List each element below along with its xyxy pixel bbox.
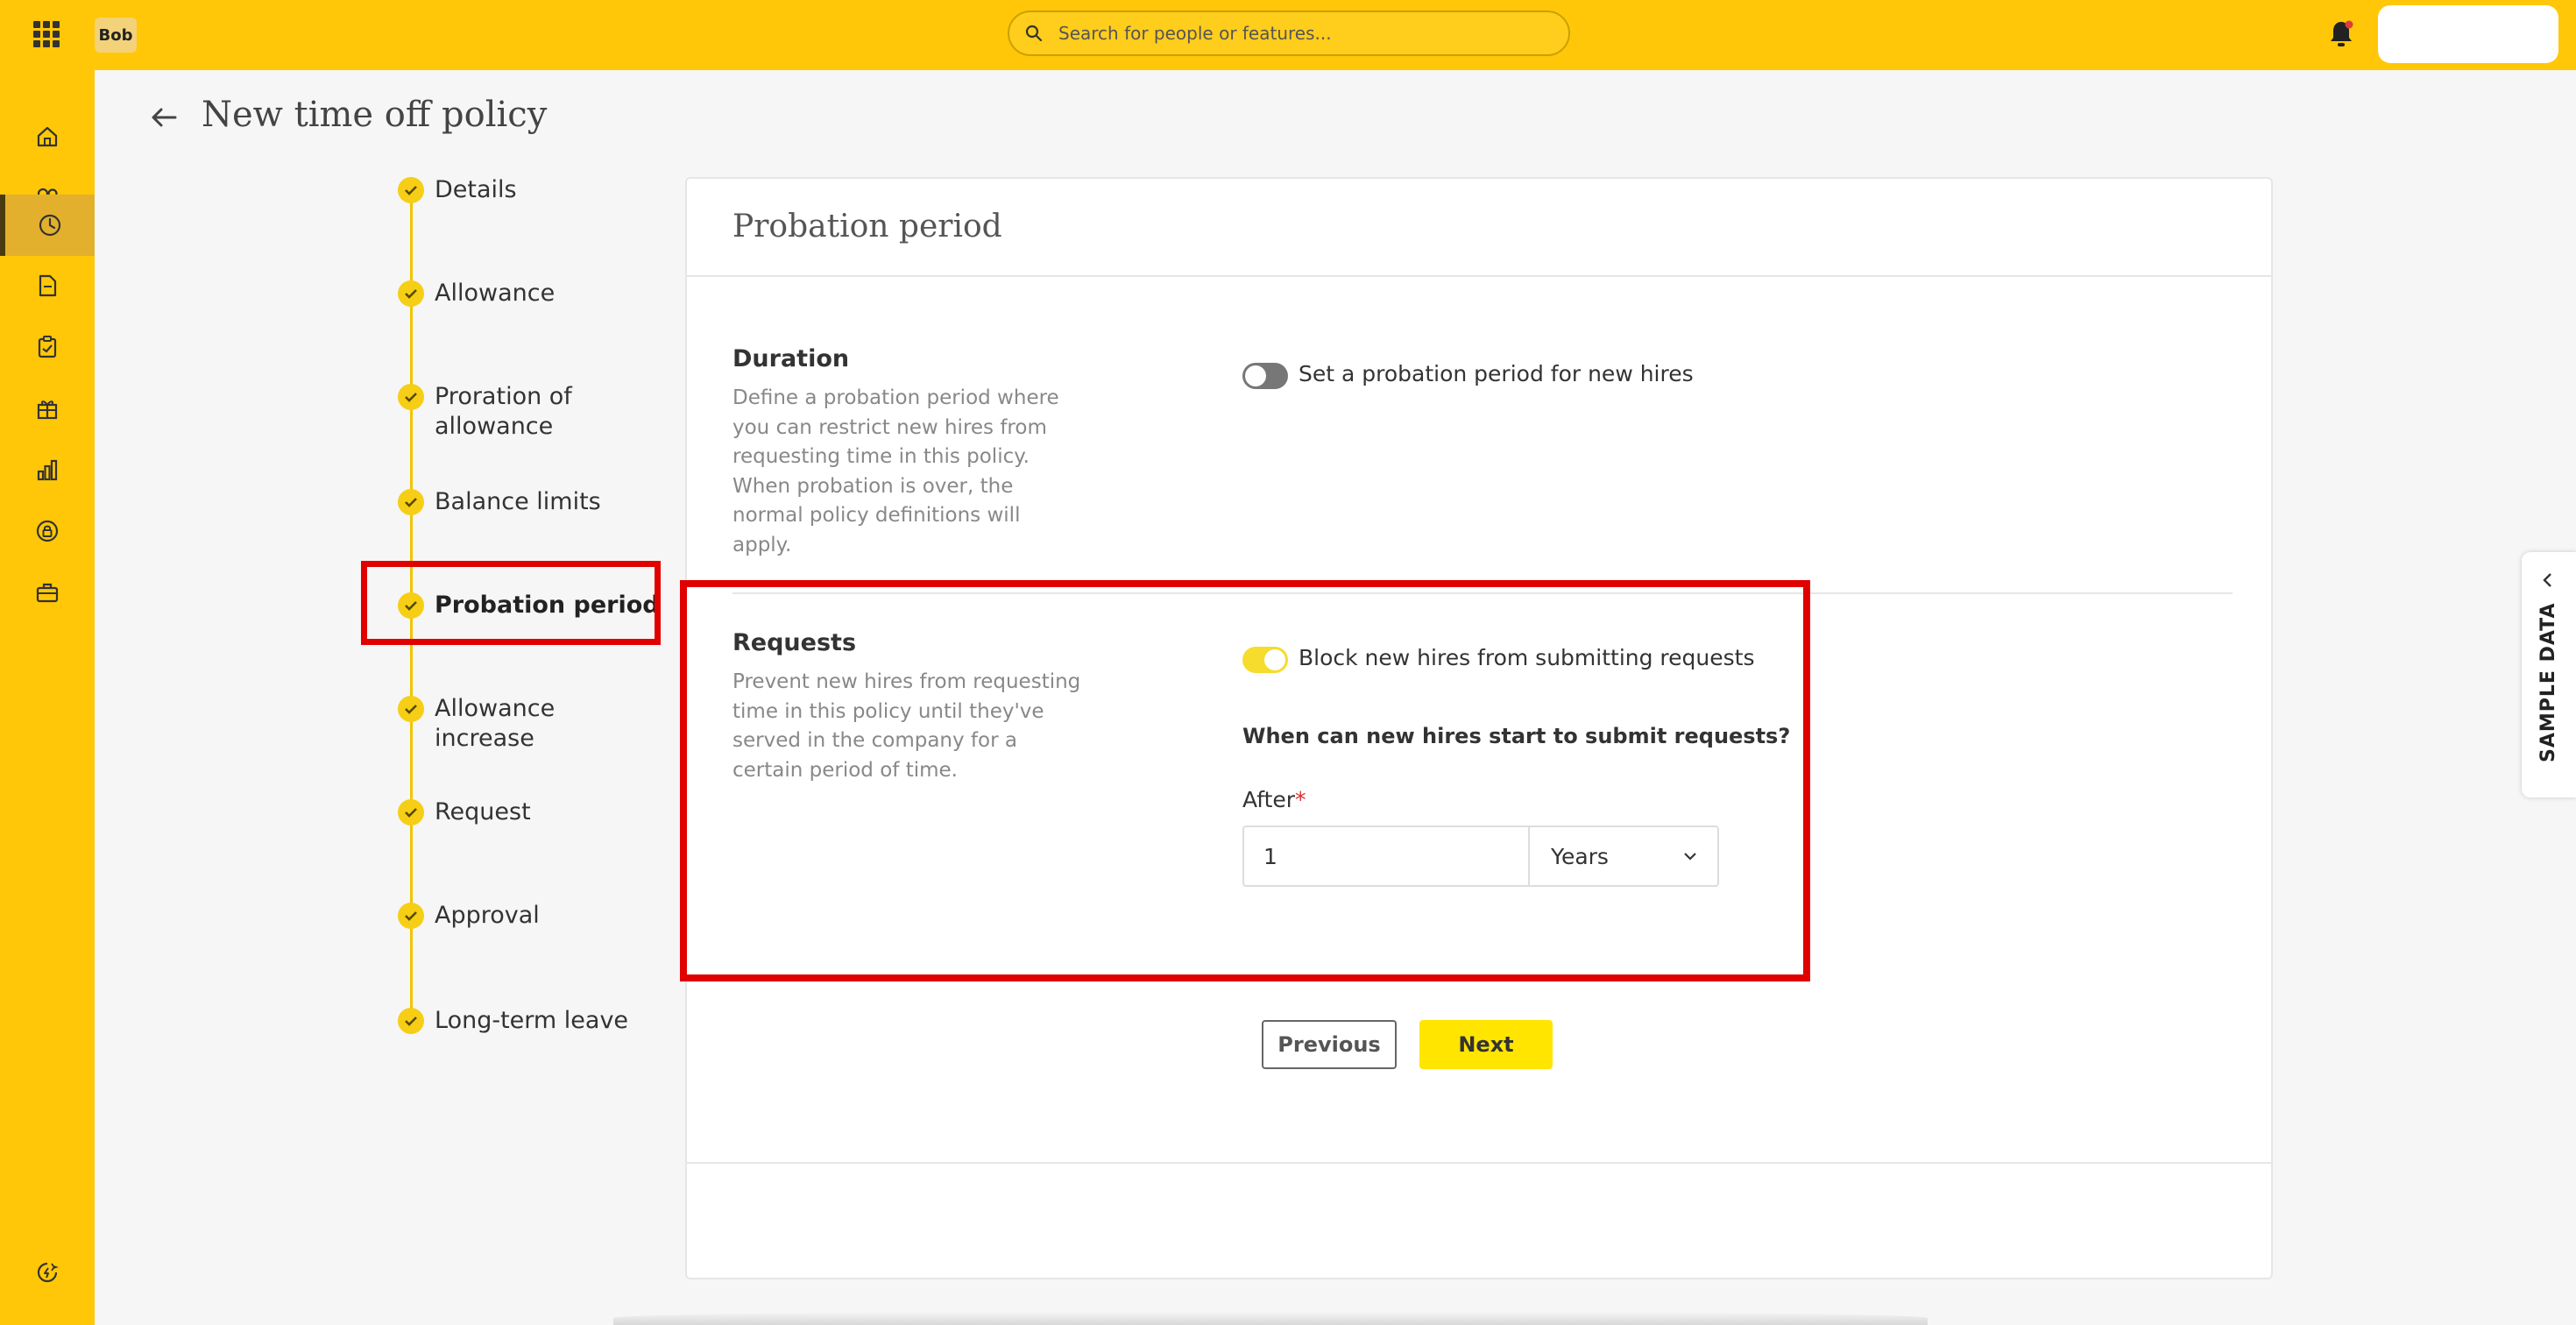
document-icon bbox=[39, 274, 57, 297]
step-allowance[interactable]: Allowance bbox=[398, 279, 555, 308]
notifications-bell-icon[interactable] bbox=[2327, 19, 2355, 53]
clock-icon bbox=[39, 214, 61, 237]
checkmark-icon bbox=[398, 280, 424, 307]
app-grid-icon[interactable] bbox=[33, 21, 60, 47]
page-title: New time off policy bbox=[202, 95, 548, 135]
analytics-icon bbox=[37, 459, 58, 481]
checkmark-icon bbox=[398, 177, 424, 203]
checkmark-icon bbox=[398, 489, 424, 515]
nav-home[interactable] bbox=[0, 107, 95, 167]
bob-logo[interactable]: Bob bbox=[95, 18, 137, 53]
checkmark-icon bbox=[398, 696, 424, 722]
step-details[interactable]: Details bbox=[398, 175, 517, 205]
step-label: Long-term leave bbox=[435, 1007, 629, 1034]
left-nav-rail bbox=[0, 70, 95, 1325]
step-proration-of-allowance[interactable]: Proration of allowance bbox=[398, 382, 601, 442]
checkmark-icon bbox=[398, 384, 424, 410]
toggle-knob bbox=[1245, 365, 1266, 386]
divider bbox=[687, 275, 2271, 277]
lock-circle-icon bbox=[36, 520, 59, 542]
step-label: Request bbox=[435, 798, 531, 825]
probation-period-toggle[interactable] bbox=[1242, 363, 1288, 389]
next-button[interactable]: Next bbox=[1419, 1020, 1553, 1069]
briefcase-icon bbox=[36, 583, 59, 603]
profile-menu[interactable] bbox=[2378, 5, 2558, 63]
global-search[interactable] bbox=[1008, 11, 1570, 56]
search-input[interactable] bbox=[1058, 23, 1549, 44]
step-label: Details bbox=[435, 176, 517, 203]
card-title: Probation period bbox=[732, 209, 1002, 244]
step-allowance-increase[interactable]: Allowance increase bbox=[398, 694, 601, 754]
step-label: Allowance bbox=[435, 280, 556, 307]
step-label: Proration of allowance bbox=[435, 383, 572, 440]
whats-new-icon bbox=[37, 1262, 59, 1283]
step-approval[interactable]: Approval bbox=[398, 901, 540, 931]
checkmark-icon bbox=[398, 799, 424, 825]
divider bbox=[687, 1162, 2271, 1164]
duration-title: Duration bbox=[732, 345, 850, 372]
nav-security[interactable] bbox=[0, 501, 95, 561]
duration-description: Define a probation period where you can … bbox=[732, 386, 1059, 556]
step-label: Balance limits bbox=[435, 488, 601, 515]
back-arrow-icon[interactable] bbox=[149, 103, 180, 135]
home-icon bbox=[37, 126, 58, 147]
checkmark-icon bbox=[398, 1008, 424, 1034]
nav-jobs[interactable] bbox=[0, 563, 95, 622]
step-label: Approval bbox=[435, 902, 540, 929]
nav-benefits[interactable] bbox=[0, 379, 95, 438]
sample-data-tab[interactable]: SAMPLE DATA bbox=[2522, 552, 2576, 797]
nav-whats-new[interactable] bbox=[0, 1243, 95, 1302]
nav-analytics[interactable] bbox=[0, 440, 95, 500]
previous-button[interactable]: Previous bbox=[1262, 1020, 1397, 1069]
chevron-left-icon bbox=[2543, 573, 2551, 587]
step-balance-limits[interactable]: Balance limits bbox=[398, 487, 601, 517]
nav-documents[interactable] bbox=[0, 256, 95, 315]
search-icon bbox=[1025, 25, 1043, 42]
gift-icon bbox=[37, 400, 58, 420]
bottom-shadow bbox=[613, 1311, 1928, 1325]
step-request[interactable]: Request bbox=[398, 797, 531, 827]
top-bar: Bob bbox=[0, 0, 2576, 70]
nav-time-off[interactable] bbox=[0, 195, 95, 256]
sample-data-label: SAMPLE DATA bbox=[2537, 602, 2559, 763]
highlight-box-step bbox=[361, 561, 661, 645]
nav-tasks[interactable] bbox=[0, 317, 95, 377]
highlight-box-requests bbox=[680, 580, 1810, 981]
step-long-term-leave[interactable]: Long-term leave bbox=[398, 1006, 628, 1036]
probation-toggle-label: Set a probation period for new hires bbox=[1299, 361, 1694, 386]
checkmark-icon bbox=[398, 903, 424, 929]
clipboard-check-icon bbox=[38, 336, 57, 358]
step-label: Allowance increase bbox=[435, 695, 556, 752]
